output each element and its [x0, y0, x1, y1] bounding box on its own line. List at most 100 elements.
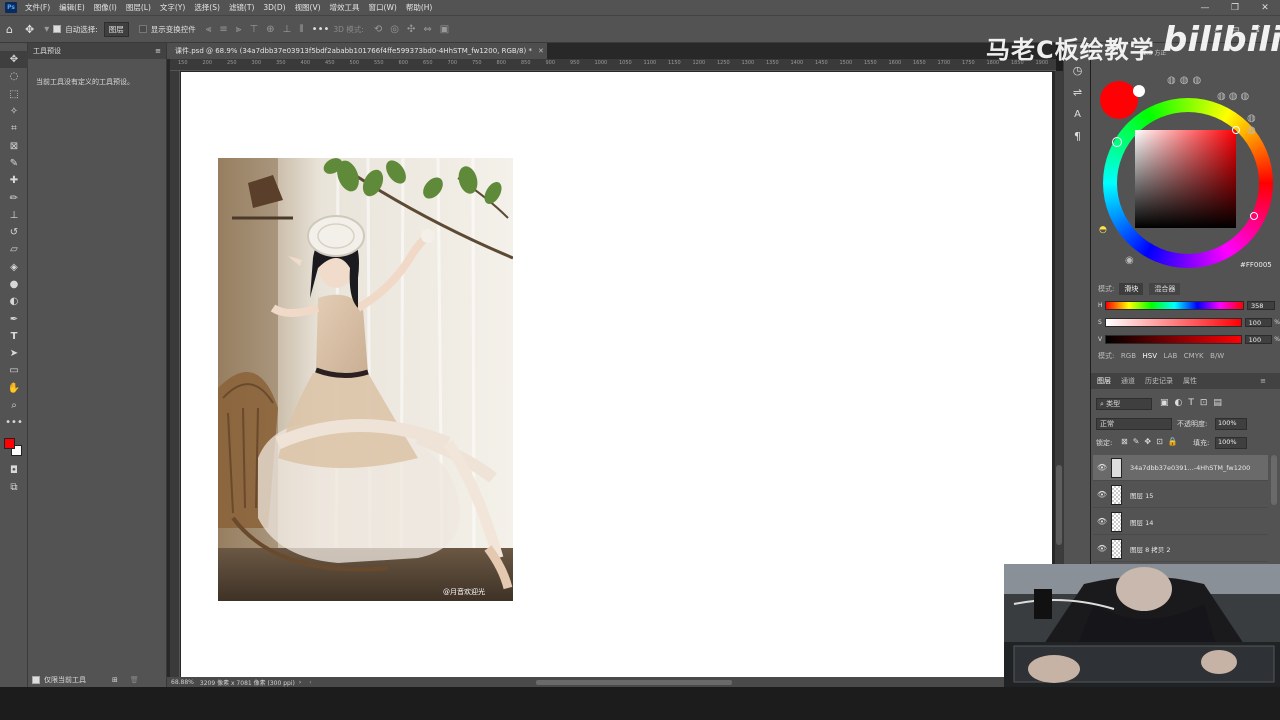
rectangle-tool-icon[interactable]: ▭ [0, 362, 28, 379]
visibility-eye-icon[interactable]: 👁 [1093, 490, 1111, 499]
value-value-input[interactable]: 100 [1244, 335, 1273, 344]
align-center-icon[interactable]: ≡ [219, 24, 227, 35]
zoom-tool-icon[interactable]: ⌕ [0, 397, 28, 414]
new-preset-icon[interactable]: ⊞ [112, 676, 118, 684]
tool-presets-tab[interactable]: 工具预设 ≡ [28, 43, 166, 59]
sv-picker-handle[interactable] [1232, 126, 1240, 134]
layer-row[interactable]: 👁 图层 15 [1093, 482, 1268, 508]
foreground-color-swatch[interactable] [4, 437, 15, 449]
move-tool-icon[interactable]: ✥ [0, 51, 28, 69]
show-transform-checkbox[interactable] [138, 25, 147, 33]
horizontal-scrollbar-thumb[interactable] [536, 680, 732, 685]
visibility-eye-icon[interactable]: 👁 [1093, 517, 1111, 526]
mixer-tab[interactable]: 混合器 [1149, 283, 1181, 295]
3d-slide-icon[interactable]: ⇔ [423, 24, 431, 35]
blur-tool-icon[interactable]: ● [0, 276, 28, 293]
tab-channels[interactable]: 通道 [1121, 376, 1135, 386]
layer-filter-dropdown[interactable]: ⌕ 类型 [1096, 398, 1152, 410]
photo-layer[interactable]: @月音欢迎光 [218, 158, 513, 601]
current-color-swatch[interactable] [1100, 81, 1138, 119]
tab-layers[interactable]: 图层 [1097, 376, 1111, 386]
clone-stamp-tool-icon[interactable]: ⊥ [0, 207, 28, 224]
chevron-down-icon[interactable]: ▾ [44, 24, 49, 35]
document-tab[interactable]: 课件.psd @ 68.9% (34a7dbb37e03913f5bdf2aba… [167, 43, 547, 59]
more-tools-icon[interactable]: ••• [0, 414, 28, 431]
healing-brush-tool-icon[interactable]: ✚ [0, 172, 28, 189]
lasso-tool-icon[interactable]: ◌ [0, 68, 28, 85]
paragraph-panel-icon[interactable]: ¶ [1064, 125, 1091, 147]
menu-image[interactable]: 图像(I) [94, 2, 117, 13]
layers-scrollbar-thumb[interactable] [1271, 455, 1277, 505]
model-cmyk[interactable]: CMYK [1184, 352, 1204, 360]
pen-tool-icon[interactable]: ✒ [0, 310, 28, 327]
slider-tab[interactable]: 滑块 [1119, 283, 1144, 295]
3d-roll-icon[interactable]: ◎ [390, 24, 399, 35]
model-rgb[interactable]: RGB [1121, 352, 1136, 360]
color-swatches[interactable] [0, 432, 28, 462]
3d-pan-icon[interactable]: ✣ [407, 24, 415, 35]
previous-color-swatch[interactable] [1133, 85, 1145, 97]
close-icon[interactable]: ✕ [1250, 3, 1280, 13]
3d-scale-icon[interactable]: ▣ [440, 24, 449, 35]
menu-layer[interactable]: 图层(L) [126, 2, 151, 13]
layer-row[interactable]: 👁 图层 8 拷贝 2 [1093, 536, 1268, 562]
paint-bucket-tool-icon[interactable]: ◈ [0, 259, 28, 276]
visibility-eye-icon[interactable]: 👁 [1093, 544, 1111, 553]
path-selection-tool-icon[interactable]: ➤ [0, 345, 28, 362]
auto-select-dropdown[interactable]: 图层 [103, 21, 129, 37]
brush-presets-icon-2[interactable]: ◍◍◍ [1217, 91, 1252, 102]
swap-color-icon[interactable]: ◉ [1125, 255, 1134, 266]
menu-edit[interactable]: 编辑(E) [59, 2, 85, 13]
hex-value[interactable]: #FF0005 [1240, 261, 1272, 269]
document-info[interactable]: 3209 像素 x 7081 像素 (300 ppi) [200, 678, 295, 687]
model-lab[interactable]: LAB [1164, 352, 1178, 360]
eraser-tool-icon[interactable]: ▱ [0, 241, 28, 258]
photoshop-logo-icon[interactable]: Ps [5, 2, 17, 13]
align-bottom-icon[interactable]: ⊥ [283, 24, 292, 35]
home-icon[interactable]: ⌂ [6, 23, 13, 36]
align-left-icon[interactable]: ⫷ [206, 24, 212, 35]
tab-properties[interactable]: 属性 [1183, 376, 1197, 386]
tab-history[interactable]: 历史记录 [1145, 376, 1173, 386]
crop-tool-icon[interactable]: ⌗ [0, 120, 28, 137]
brush-presets-icon[interactable]: ◍◍◍ [1167, 75, 1205, 86]
status-arrow-icon[interactable]: › [299, 679, 301, 686]
maximize-icon[interactable]: ❐ [1220, 3, 1250, 13]
dodge-tool-icon[interactable]: ◐ [0, 293, 28, 310]
menu-filter[interactable]: 滤镜(T) [229, 2, 254, 13]
magic-wand-tool-icon[interactable]: ✧ [0, 103, 28, 120]
adjust-panel-icon[interactable]: ⇌ [1064, 81, 1091, 103]
panel-menu-icon[interactable]: ≡ [155, 47, 161, 55]
hue-slider[interactable] [1105, 301, 1244, 310]
saturation-value-square[interactable] [1135, 130, 1236, 228]
layer-row[interactable]: 👁 图层 14 [1093, 509, 1268, 535]
align-top-icon[interactable]: ⊤ [249, 24, 258, 35]
hue-value-input[interactable]: 358 [1247, 301, 1275, 310]
brush-presets-icon-3[interactable]: ◍ ◍ [1247, 113, 1256, 137]
menu-help[interactable]: 帮助(H) [406, 2, 433, 13]
zoom-level[interactable]: 68.88% [171, 679, 194, 686]
opacity-input[interactable]: 100% [1215, 418, 1247, 430]
character-panel-icon[interactable]: A [1064, 103, 1091, 125]
align-right-icon[interactable]: ⫸ [236, 24, 242, 35]
secondary-hue-handle[interactable] [1250, 212, 1258, 220]
menu-plugins[interactable]: 增效工具 [330, 2, 360, 13]
menu-3d[interactable]: 3D(D) [263, 3, 285, 12]
align-middle-icon[interactable]: ⊕ [266, 24, 274, 35]
brush-tool-icon[interactable]: ✏ [0, 189, 28, 206]
layer-row[interactable]: 👁 34a7dbb37e0391...-4HhSTM_fw1200 [1093, 455, 1268, 481]
history-brush-tool-icon[interactable]: ↺ [0, 224, 28, 241]
layers-panel-menu-icon[interactable]: ≡ [1260, 377, 1266, 385]
minimize-icon[interactable]: — [1190, 3, 1220, 13]
eyedropper-tool-icon[interactable]: ✎ [0, 155, 28, 172]
color-dot-icon[interactable]: ◓ [1099, 225, 1107, 235]
fill-input[interactable]: 100% [1215, 437, 1247, 449]
blend-mode-dropdown[interactable]: 正常 [1096, 418, 1172, 430]
value-slider[interactable] [1104, 335, 1242, 344]
type-tool-icon[interactable]: T [0, 328, 28, 345]
menu-window[interactable]: 窗口(W) [369, 2, 397, 13]
layer-filter-icons[interactable]: ▣◐T⊡▤ [1160, 398, 1228, 408]
saturation-slider[interactable] [1104, 318, 1242, 327]
visibility-eye-icon[interactable]: 👁 [1093, 463, 1111, 472]
frame-tool-icon[interactable]: ⊠ [0, 137, 28, 154]
